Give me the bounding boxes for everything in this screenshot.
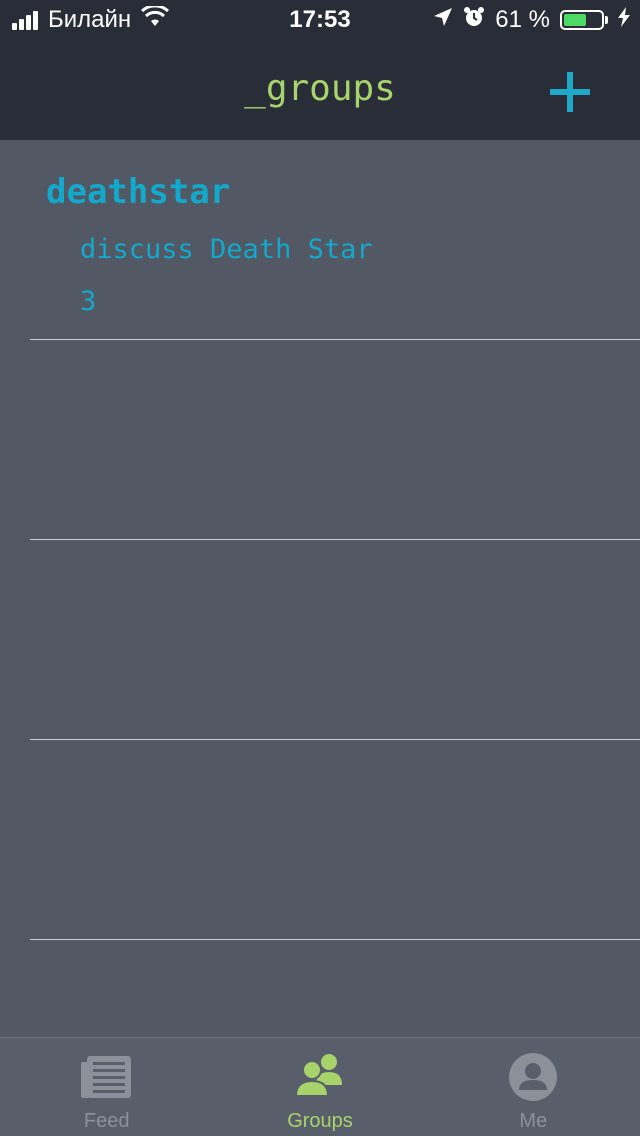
battery-icon — [560, 10, 604, 30]
battery-cap — [605, 16, 608, 24]
location-icon — [433, 6, 453, 34]
empty-row — [30, 740, 640, 940]
status-right: 61 % — [423, 6, 630, 34]
group-name: deathstar — [46, 172, 231, 212]
tab-me[interactable]: Me — [427, 1038, 640, 1136]
status-bar: Билайн 17:53 61 % — [0, 0, 640, 40]
tab-bar: Feed Groups Me — [0, 1037, 640, 1136]
tab-groups-label: Groups — [287, 1110, 353, 1132]
nav-bar: _groups — [0, 40, 640, 140]
tab-me-label: Me — [519, 1110, 548, 1132]
group-description: discuss Death Star — [80, 234, 373, 265]
add-group-button[interactable] — [540, 62, 600, 122]
groups-list[interactable]: deathstar discuss Death Star 3 — [0, 140, 640, 940]
people-icon — [292, 1052, 348, 1102]
empty-row — [30, 340, 640, 540]
battery-percent: 61 % — [495, 6, 550, 33]
group-row[interactable]: deathstar discuss Death Star 3 — [30, 140, 640, 340]
tab-feed[interactable]: Feed — [0, 1038, 213, 1136]
user-icon — [505, 1052, 561, 1102]
group-member-count: 3 — [80, 286, 97, 317]
battery-level — [564, 14, 586, 26]
tab-groups[interactable]: Groups — [213, 1038, 426, 1136]
empty-row — [30, 540, 640, 740]
alarm-icon — [463, 6, 485, 35]
charging-icon — [618, 6, 630, 34]
tab-feed-label: Feed — [83, 1110, 130, 1132]
app-header: Билайн 17:53 61 % _groups — [0, 0, 640, 140]
newspaper-icon — [79, 1052, 135, 1102]
